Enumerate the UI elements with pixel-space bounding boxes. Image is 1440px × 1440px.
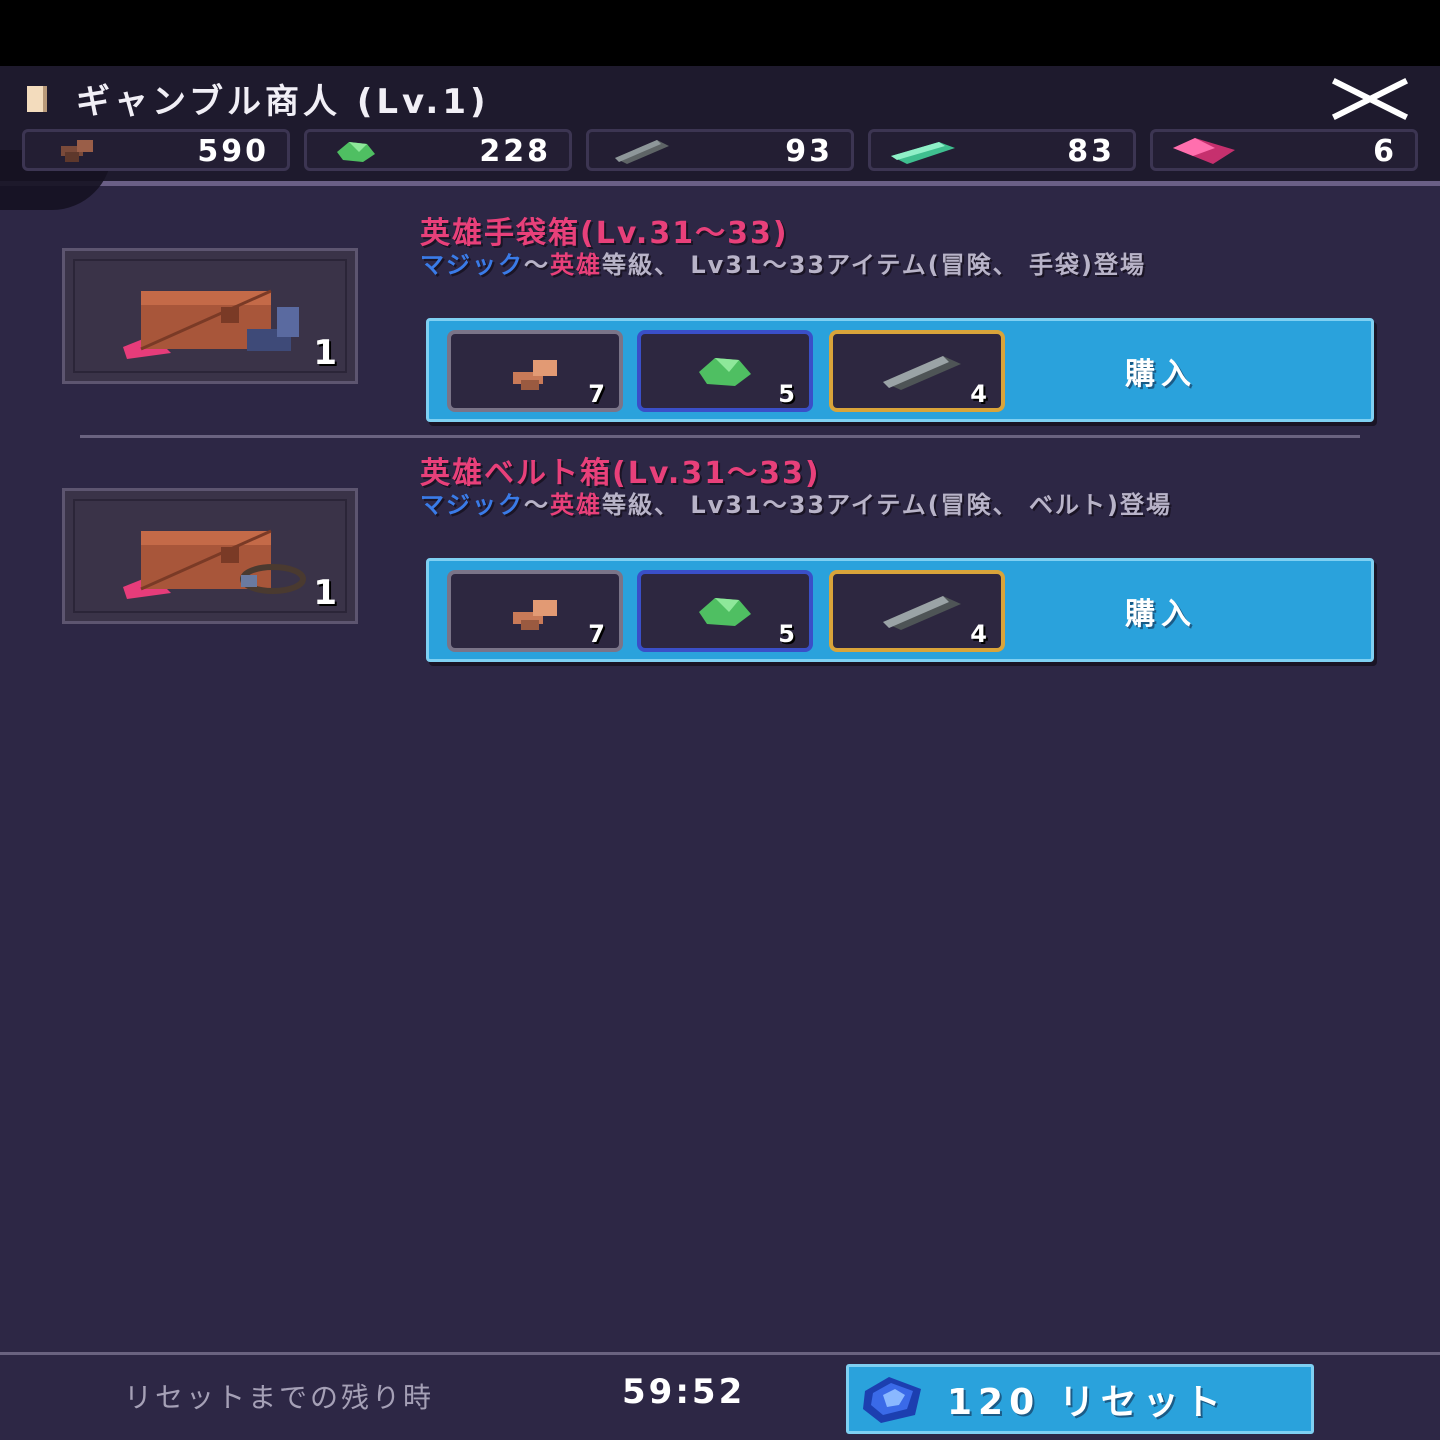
description-text: 等級、 Lv31～33アイテム(冒険、 手袋)登場 (602, 251, 1146, 279)
resource-value: 590 (197, 134, 269, 169)
cost-slot-copper: 7 (447, 570, 623, 652)
item-title: 英雄ベルト箱(Lv.31～33) (420, 456, 821, 491)
green-gem-icon (337, 142, 375, 162)
copper-ore-icon (513, 360, 557, 390)
resource-pink-crystal: 6 (1150, 129, 1418, 171)
item-description: マジック～英雄等級、 Lv31～33アイテム(冒険、 手袋)登場 (420, 252, 1370, 279)
reset-label: 120 リセット (947, 1373, 1227, 1425)
cost-slot-steel: 4 (829, 330, 1005, 412)
item-description: マジック～英雄等級、 Lv31～33アイテム(冒険、 ベルト)登場 (420, 492, 1370, 519)
steel-bar-icon (883, 596, 961, 630)
description-text: 等級、 Lv31～33アイテム(冒険、 ベルト)登場 (602, 491, 1172, 519)
cost-slot-copper: 7 (447, 330, 623, 412)
buy-label: 購入 (1125, 357, 1197, 392)
buy-label: 購入 (1125, 597, 1197, 632)
green-gem-icon (699, 598, 751, 626)
item-slot[interactable]: 1 (62, 488, 358, 624)
steel-bar-icon (615, 140, 669, 164)
green-gem-icon (699, 358, 751, 386)
rarity-min: マジック (420, 251, 524, 279)
item-divider (80, 435, 1360, 438)
item-count: 1 (313, 333, 337, 373)
cost-slot-steel: 4 (829, 570, 1005, 652)
belt-box-icon (123, 529, 306, 599)
cost-value: 4 (970, 620, 987, 648)
copper-ore-icon (61, 140, 93, 162)
rarity-separator: ～ (524, 491, 550, 519)
item-slot[interactable]: 1 (62, 248, 358, 384)
steel-bar-icon (883, 356, 961, 390)
resource-mithril-bar: 83 (868, 129, 1136, 171)
header-divider (0, 181, 1440, 186)
title-marker-icon (27, 86, 47, 112)
reset-cost: 120 (947, 1382, 1041, 1423)
status-bar (0, 0, 1440, 66)
reset-timer: 59:52 (622, 1372, 746, 1412)
rarity-separator: ～ (524, 251, 550, 279)
cost-slot-gem: 5 (637, 330, 813, 412)
resource-copper-ore: 590 (22, 129, 290, 171)
rarity-max: 英雄 (550, 491, 602, 519)
copper-ore-icon (513, 600, 557, 630)
blue-gem-icon (863, 1377, 921, 1423)
resource-value: 228 (479, 134, 551, 169)
footer-divider (0, 1352, 1440, 1355)
mithril-bar-icon (891, 142, 955, 164)
resource-value: 93 (785, 134, 833, 169)
cost-value: 7 (588, 620, 605, 648)
resource-steel-bar: 93 (586, 129, 854, 171)
cost-value: 4 (970, 380, 987, 408)
page-title: ギャンブル商人 (Lv.1) (76, 82, 490, 122)
resource-value: 83 (1067, 134, 1115, 169)
item-title: 英雄手袋箱(Lv.31～33) (420, 216, 789, 251)
buy-button[interactable]: 7 5 4 購入 (426, 558, 1374, 662)
cost-value: 5 (778, 380, 795, 408)
resource-green-gem: 228 (304, 129, 572, 171)
reset-text: リセット (1058, 1382, 1227, 1423)
close-button[interactable] (1330, 76, 1410, 122)
reset-countdown-label: リセットまでの残り時 (124, 1381, 435, 1414)
rarity-min: マジック (420, 491, 524, 519)
cost-slot-gem: 5 (637, 570, 813, 652)
reset-button[interactable]: 120 リセット (846, 1364, 1314, 1434)
pink-crystal-icon (1173, 138, 1235, 164)
cost-value: 7 (588, 380, 605, 408)
rarity-max: 英雄 (550, 251, 602, 279)
gloves-box-icon (123, 289, 299, 359)
resource-value: 6 (1373, 134, 1397, 169)
buy-button[interactable]: 7 5 4 購入 (426, 318, 1374, 422)
cost-value: 5 (778, 620, 795, 648)
close-icon (1331, 77, 1409, 121)
item-count: 1 (313, 573, 337, 613)
